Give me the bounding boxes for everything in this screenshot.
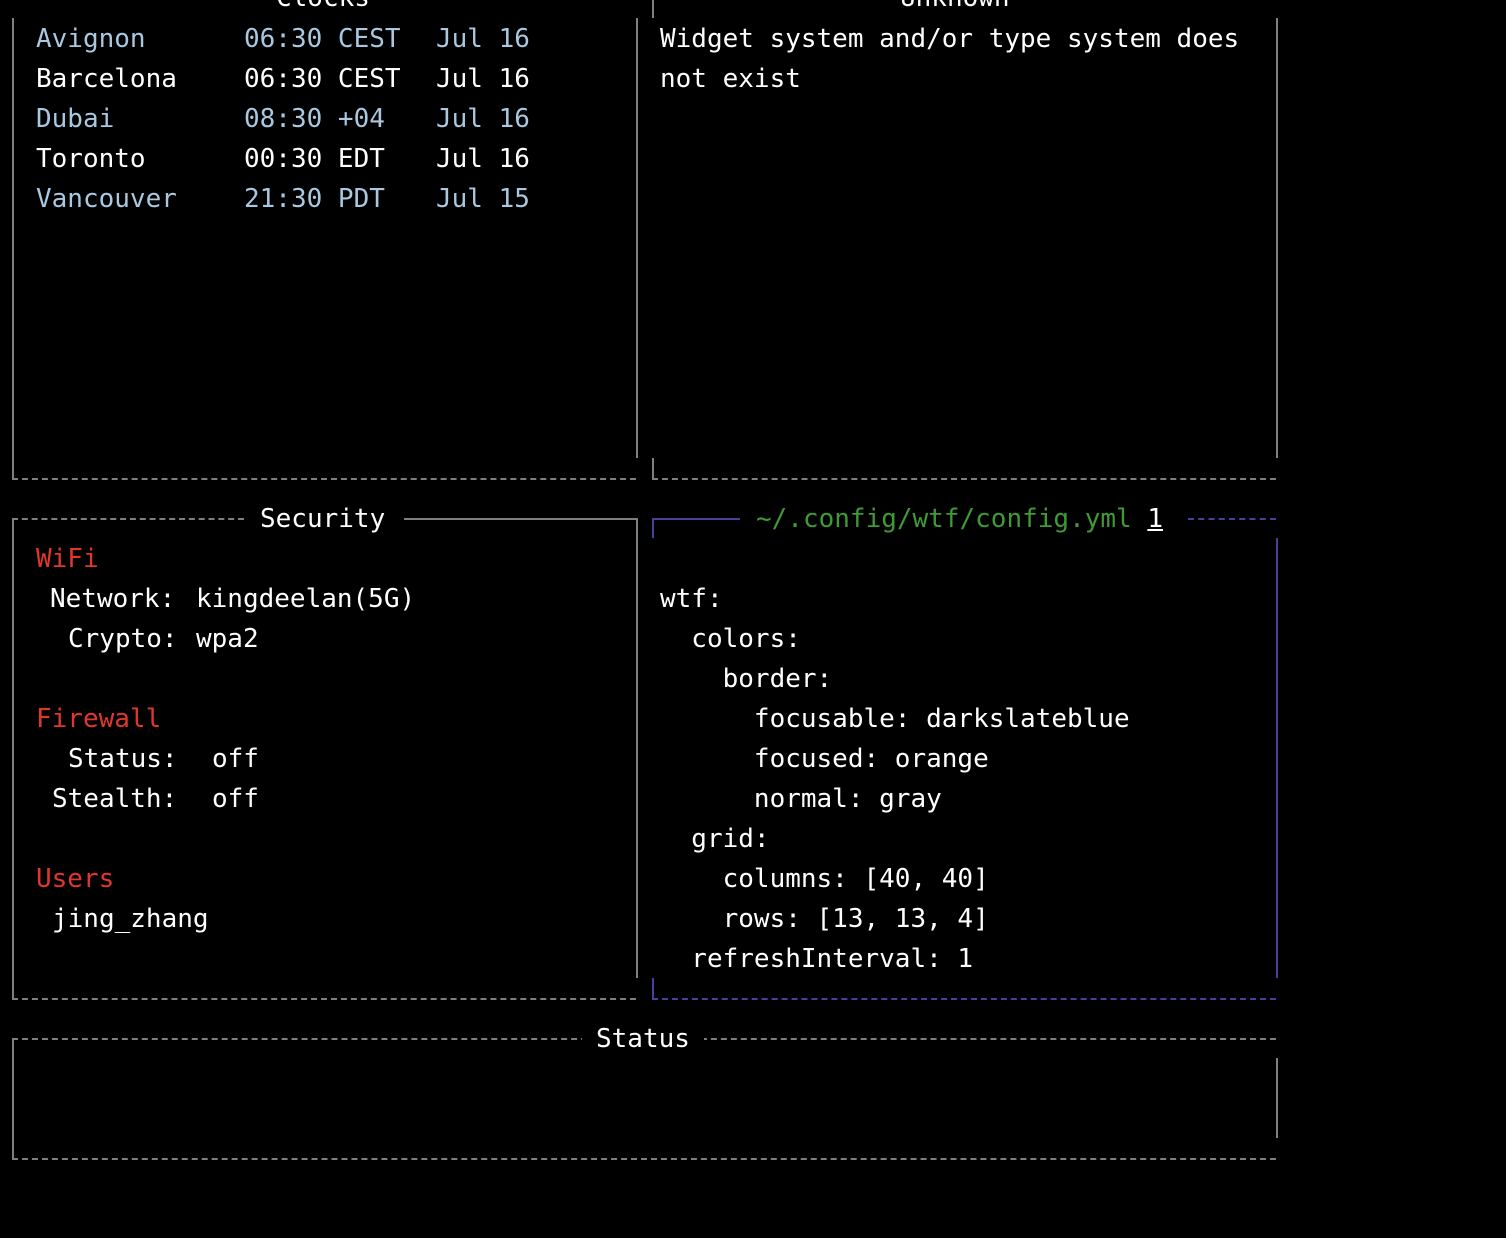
clocks-border-left xyxy=(12,18,14,478)
security-title: Security xyxy=(246,499,400,539)
clock-row-date: Jul 16 xyxy=(436,104,530,134)
users-header: Users xyxy=(36,864,115,894)
stealth-label: Stealth: xyxy=(52,784,178,814)
config-line: focused: orange xyxy=(660,744,989,774)
config-border-left-bottom xyxy=(652,978,654,998)
firewall-status-label: Status: xyxy=(68,744,178,774)
config-border-top-left xyxy=(652,518,740,520)
clock-row-city: Avignon xyxy=(36,24,146,54)
config-border-bottom xyxy=(652,998,1276,1000)
status-title: Status xyxy=(582,1019,704,1059)
status-border-right xyxy=(1276,1058,1278,1138)
status-border-left xyxy=(12,1038,14,1158)
clocks-title: Clocks xyxy=(262,0,384,18)
security-border-right xyxy=(636,518,638,978)
config-line: colors: xyxy=(660,624,801,654)
config-title-path: ~/.config/wtf/config.yml xyxy=(756,504,1132,534)
user-item: jing_zhang xyxy=(52,904,209,934)
clock-row-city: Dubai xyxy=(36,104,115,134)
unknown-message-line: not exist xyxy=(660,64,801,94)
security-border-left xyxy=(12,518,14,998)
config-line: refreshInterval: 1 xyxy=(660,944,974,974)
unknown-title: Unknown xyxy=(886,0,1024,18)
network-value: kingdeelan(5G) xyxy=(196,584,416,614)
config-title: ~/.config/wtf/config.yml 1 xyxy=(742,499,1177,539)
clocks-border-right xyxy=(636,18,638,458)
config-line: columns: [40, 40] xyxy=(660,864,989,894)
firewall-header: Firewall xyxy=(36,704,162,734)
unknown-border-right xyxy=(1276,18,1278,458)
crypto-value: wpa2 xyxy=(196,624,259,654)
clock-row-date: Jul 16 xyxy=(436,24,530,54)
unknown-message-line: Widget system and/or type system does xyxy=(660,24,1240,54)
crypto-label: Crypto: xyxy=(68,624,178,654)
stealth-value: off xyxy=(212,784,259,814)
clock-row-time: 21:30 PDT xyxy=(244,184,385,214)
security-border-top-right xyxy=(404,518,636,520)
firewall-status-value: off xyxy=(212,744,259,774)
clock-row-city: Toronto xyxy=(36,144,146,174)
clock-row-time: 08:30 +04 xyxy=(244,104,385,134)
wifi-header: WiFi xyxy=(36,544,99,574)
config-border-top-right xyxy=(1188,518,1276,520)
clocks-border-bottom xyxy=(12,478,636,480)
unknown-border-left-top xyxy=(652,0,654,18)
clock-row-city: Vancouver xyxy=(36,184,177,214)
config-border-left-top xyxy=(652,518,654,538)
clock-row-time: 06:30 CEST xyxy=(244,24,401,54)
status-border-bottom xyxy=(12,1158,1276,1160)
unknown-border-left-bottom xyxy=(652,458,654,478)
config-line: rows: [13, 13, 4] xyxy=(660,904,989,934)
config-line: grid: xyxy=(660,824,770,854)
config-line: wtf: xyxy=(660,584,723,614)
clock-row-time: 00:30 EDT xyxy=(244,144,385,174)
clock-row-date: Jul 16 xyxy=(436,144,530,174)
security-border-bottom xyxy=(12,998,636,1000)
network-label: Network: xyxy=(50,584,176,614)
config-line: border: xyxy=(660,664,833,694)
config-line: focusable: darkslateblue xyxy=(660,704,1130,734)
config-title-index: 1 xyxy=(1147,504,1163,534)
security-border-top-left xyxy=(12,518,244,520)
clock-row-time: 06:30 CEST xyxy=(244,64,401,94)
unknown-border-bottom xyxy=(652,478,1276,480)
config-line: normal: gray xyxy=(660,784,942,814)
clock-row-date: Jul 15 xyxy=(436,184,530,214)
clock-row-date: Jul 16 xyxy=(436,64,530,94)
clock-row-city: Barcelona xyxy=(36,64,177,94)
config-border-right xyxy=(1276,538,1278,978)
